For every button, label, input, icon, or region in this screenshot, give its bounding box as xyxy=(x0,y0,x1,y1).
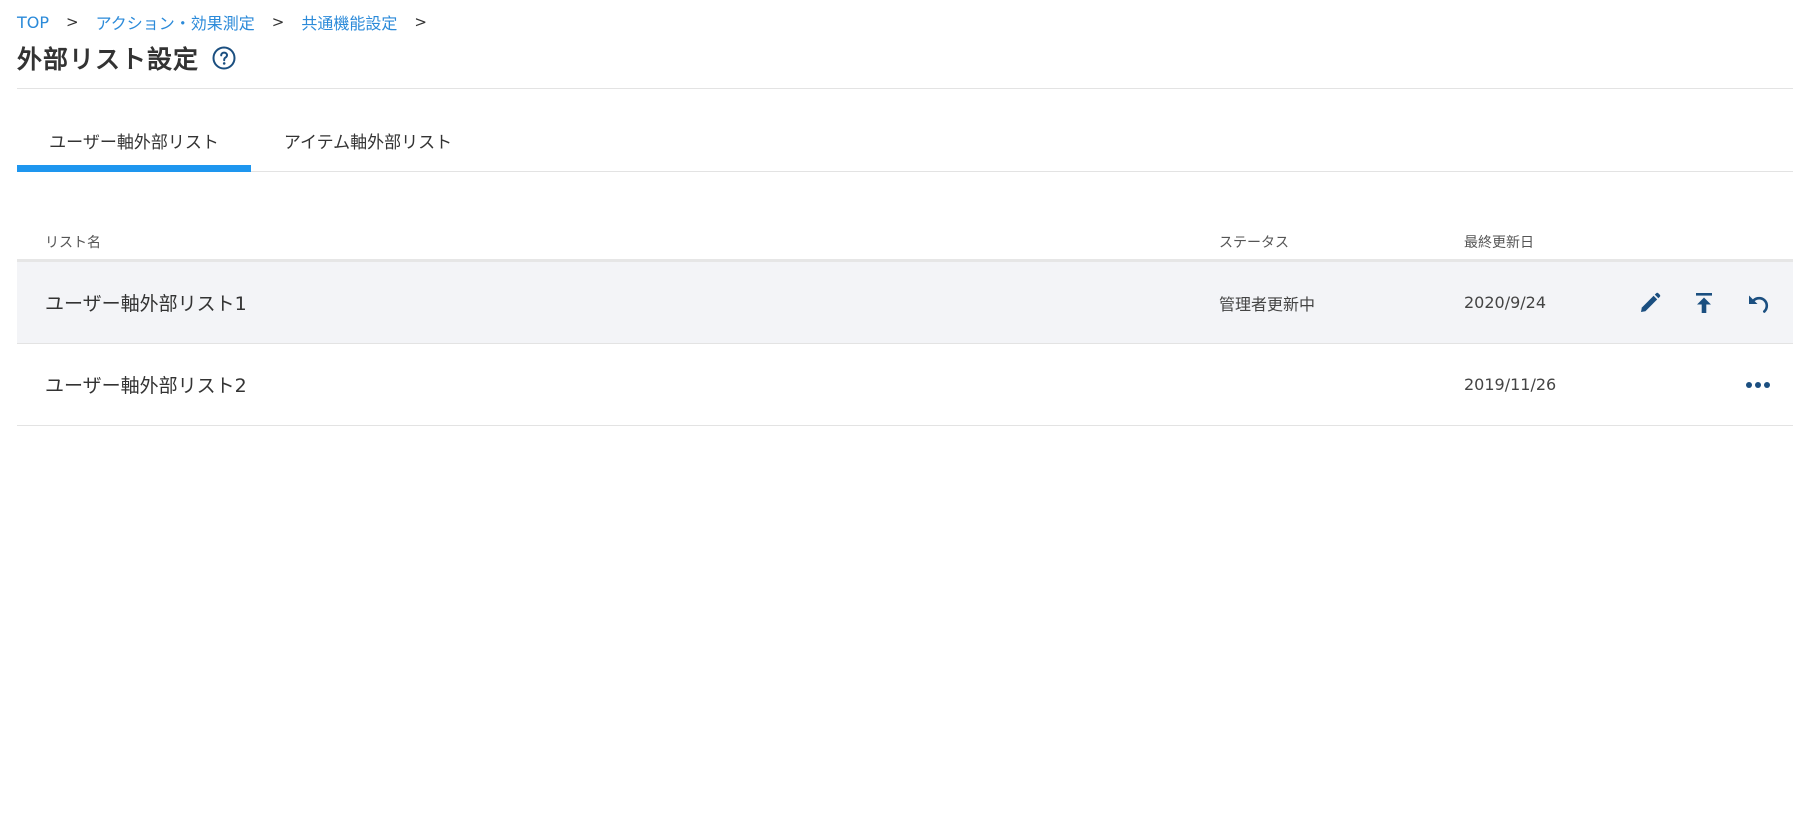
tab-user-external-list[interactable]: ユーザー軸外部リスト xyxy=(17,110,251,171)
list-name: ユーザー軸外部リスト2 xyxy=(45,375,247,397)
table-header: リスト名 ステータス 最終更新日 xyxy=(17,225,1793,262)
column-header-status: ステータス xyxy=(1219,235,1289,251)
breadcrumb-separator: > xyxy=(66,13,79,31)
list-name: ユーザー軸外部リスト1 xyxy=(45,293,247,315)
tab-item-external-list[interactable]: アイテム軸外部リスト xyxy=(251,110,485,171)
breadcrumb-separator: > xyxy=(414,13,427,31)
pencil-icon[interactable] xyxy=(1633,286,1667,320)
page-title: 外部リスト設定 xyxy=(17,45,200,74)
table-row[interactable]: ユーザー軸外部リスト1 管理者更新中 2020/9/24 xyxy=(17,262,1793,344)
breadcrumb-separator: > xyxy=(271,13,285,31)
header-divider xyxy=(17,88,1793,89)
table-row[interactable]: ユーザー軸外部リスト2 2019/11/26 xyxy=(17,344,1793,426)
row-actions xyxy=(1721,344,1775,425)
more-horizontal-icon[interactable] xyxy=(1741,368,1775,402)
breadcrumb: TOP > アクション・効果測定 > 共通機能設定 > xyxy=(17,10,427,34)
list-status: 管理者更新中 xyxy=(1219,294,1316,314)
tab-label: アイテム軸外部リスト xyxy=(283,133,453,153)
breadcrumb-link-top[interactable]: TOP xyxy=(17,13,49,32)
question-circle-icon[interactable] xyxy=(211,45,237,71)
external-list-table: リスト名 ステータス 最終更新日 ユーザー軸外部リスト1 管理者更新中 2020… xyxy=(17,225,1793,426)
column-header-updated: 最終更新日 xyxy=(1464,235,1534,251)
page: TOP > アクション・効果測定 > 共通機能設定 > 外部リスト設定 ユーザー… xyxy=(0,0,1803,835)
undo-icon[interactable] xyxy=(1741,286,1775,320)
tab-bar: ユーザー軸外部リスト アイテム軸外部リスト xyxy=(17,110,1793,172)
tab-label: ユーザー軸外部リスト xyxy=(49,133,219,153)
list-updated-date: 2020/9/24 xyxy=(1464,293,1547,312)
title-row: 外部リスト設定 xyxy=(17,40,237,76)
breadcrumb-link-common-settings[interactable]: 共通機能設定 xyxy=(301,10,397,34)
list-updated-date: 2019/11/26 xyxy=(1464,375,1557,394)
upload-icon[interactable] xyxy=(1687,286,1721,320)
row-actions xyxy=(1613,262,1775,343)
column-header-name: リスト名 xyxy=(45,235,101,251)
active-tab-indicator xyxy=(17,165,251,172)
breadcrumb-link-action-measurement[interactable]: アクション・効果測定 xyxy=(96,10,255,34)
